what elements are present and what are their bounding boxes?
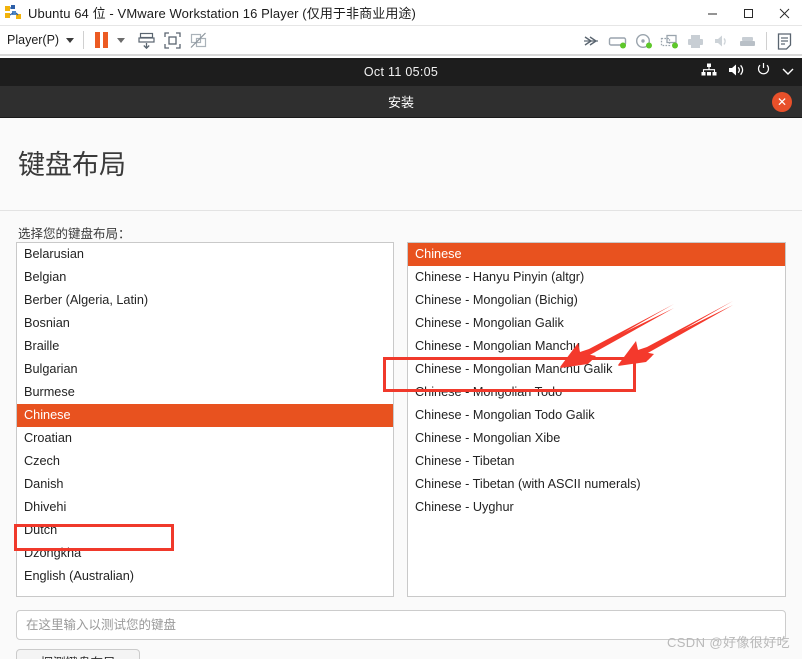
keyboard-variant-item[interactable]: Chinese - Tibetan (with ASCII numerals) bbox=[408, 473, 785, 496]
keyboard-layout-item[interactable]: Dzongkha bbox=[17, 542, 393, 565]
close-button[interactable] bbox=[766, 0, 802, 26]
keyboard-layout-item[interactable]: English (Australian) bbox=[17, 565, 393, 588]
power-icon[interactable] bbox=[756, 62, 771, 82]
keyboard-layout-item[interactable]: Bosnian bbox=[17, 312, 393, 335]
keyboard-layout-item[interactable]: Dhivehi bbox=[17, 496, 393, 519]
player-menu-caret-icon[interactable] bbox=[66, 37, 75, 43]
keyboard-variant-listbox-wrapper: Chinese Chinese - Hanyu Pinyin (altgr) Chi… bbox=[407, 242, 786, 597]
toolbar-divider-1 bbox=[83, 31, 85, 49]
vmware-titlebar: Ubuntu 64 位 - VMware Workstation 16 Play… bbox=[0, 0, 802, 26]
vmware-window-controls bbox=[694, 0, 802, 26]
keyboard-layout-item[interactable]: Chinese bbox=[17, 404, 393, 427]
sound-card-icon bbox=[709, 30, 735, 52]
keyboard-layout-listbox-wrapper: Belarusian Belgian Berber (Algeria, Latin)… bbox=[16, 242, 394, 597]
unity-mode-icon bbox=[185, 29, 211, 51]
choose-layout-label: 选择您的键盘布局： bbox=[18, 227, 131, 241]
page-title: 键盘布局 bbox=[18, 150, 126, 180]
vmware-logo-icon bbox=[5, 5, 22, 20]
keyboard-variant-item[interactable]: Chinese - Mongolian Galik bbox=[408, 312, 785, 335]
fullscreen-icon[interactable] bbox=[159, 29, 185, 51]
network-icon[interactable] bbox=[701, 63, 717, 82]
installer-close-button[interactable]: ✕ bbox=[772, 92, 792, 112]
network-adapter-icon[interactable] bbox=[657, 30, 683, 52]
vmware-device-tray bbox=[579, 26, 798, 56]
keyboard-layout-item[interactable]: Burmese bbox=[17, 381, 393, 404]
system-menu-caret-icon[interactable] bbox=[782, 63, 794, 81]
keyboard-layout-item[interactable]: Czech bbox=[17, 450, 393, 473]
installer-window-header: 安装 ✕ bbox=[0, 86, 802, 118]
header-divider bbox=[0, 210, 802, 211]
send-ctrl-alt-del-icon[interactable] bbox=[133, 29, 159, 51]
minimize-button[interactable] bbox=[694, 0, 730, 26]
keyboard-variant-item[interactable]: Chinese - Hanyu Pinyin (altgr) bbox=[408, 266, 785, 289]
keyboard-variant-listbox[interactable]: Chinese Chinese - Hanyu Pinyin (altgr) Chi… bbox=[407, 242, 786, 597]
keyboard-variant-item[interactable]: Chinese - Tibetan bbox=[408, 450, 785, 473]
clock[interactable]: Oct 11 05:05 bbox=[364, 65, 438, 79]
hard-disk-icon[interactable] bbox=[605, 30, 631, 52]
expand-tray-icon[interactable] bbox=[579, 30, 605, 52]
keyboard-layout-item[interactable]: Croatian bbox=[17, 427, 393, 450]
keyboard-variant-item[interactable]: Chinese - Mongolian Manchu bbox=[408, 335, 785, 358]
keyboard-variant-item[interactable]: Chinese - Mongolian (Bichig) bbox=[408, 289, 785, 312]
volume-icon[interactable] bbox=[728, 63, 745, 82]
vmware-toolbar: Player(P) bbox=[0, 26, 802, 56]
usb-device-icon bbox=[735, 30, 761, 52]
keyboard-layout-item[interactable]: Dutch bbox=[17, 519, 393, 542]
notes-icon[interactable] bbox=[772, 30, 798, 52]
keyboard-variant-item[interactable]: Chinese bbox=[408, 243, 785, 266]
vmware-window-title: Ubuntu 64 位 - VMware Workstation 16 Play… bbox=[28, 6, 416, 21]
screen: Ubuntu 64 位 - VMware Workstation 16 Play… bbox=[0, 0, 802, 659]
keyboard-variant-item[interactable]: Chinese - Uyghur bbox=[408, 496, 785, 519]
keyboard-layout-item[interactable]: Berber (Algeria, Latin) bbox=[17, 289, 393, 312]
keyboard-variant-item[interactable]: Chinese - Mongolian Xibe bbox=[408, 427, 785, 450]
keyboard-layout-item[interactable]: Belarusian bbox=[17, 243, 393, 266]
keyboard-layout-item[interactable]: Danish bbox=[17, 473, 393, 496]
watermark: CSDN @好像很好吃 bbox=[666, 635, 790, 650]
printer-icon bbox=[683, 30, 709, 52]
pause-vm-button[interactable] bbox=[95, 32, 109, 48]
keyboard-variant-item[interactable]: Chinese - Mongolian Manchu Galik bbox=[408, 358, 785, 381]
ubuntu-topbar: Oct 11 05:05 bbox=[0, 58, 802, 86]
player-menu-button[interactable]: Player(P) bbox=[7, 33, 59, 47]
installer-body: 键盘布局 选择您的键盘布局： Belarusian Belgian Berber (… bbox=[0, 118, 802, 659]
maximize-button[interactable] bbox=[730, 0, 766, 26]
installer-window-title: 安装 bbox=[387, 95, 414, 110]
keyboard-variant-item[interactable]: Chinese - Mongolian Todo bbox=[408, 381, 785, 404]
ubuntu-system-tray bbox=[701, 58, 794, 86]
keyboard-layout-listbox[interactable]: Belarusian Belgian Berber (Algeria, Latin)… bbox=[16, 242, 394, 597]
keyboard-layout-item[interactable]: Belgian bbox=[17, 266, 393, 289]
toolbar-divider-2 bbox=[766, 32, 767, 50]
keyboard-variant-item[interactable]: Chinese - Mongolian Todo Galik bbox=[408, 404, 785, 427]
keyboard-layout-item[interactable]: Bulgarian bbox=[17, 358, 393, 381]
detect-keyboard-layout-button[interactable]: 探测键盘布局 bbox=[16, 649, 140, 659]
suspend-dropdown-caret-icon[interactable] bbox=[117, 37, 126, 43]
cd-dvd-icon[interactable] bbox=[631, 30, 657, 52]
keyboard-layout-item[interactable]: Braille bbox=[17, 335, 393, 358]
